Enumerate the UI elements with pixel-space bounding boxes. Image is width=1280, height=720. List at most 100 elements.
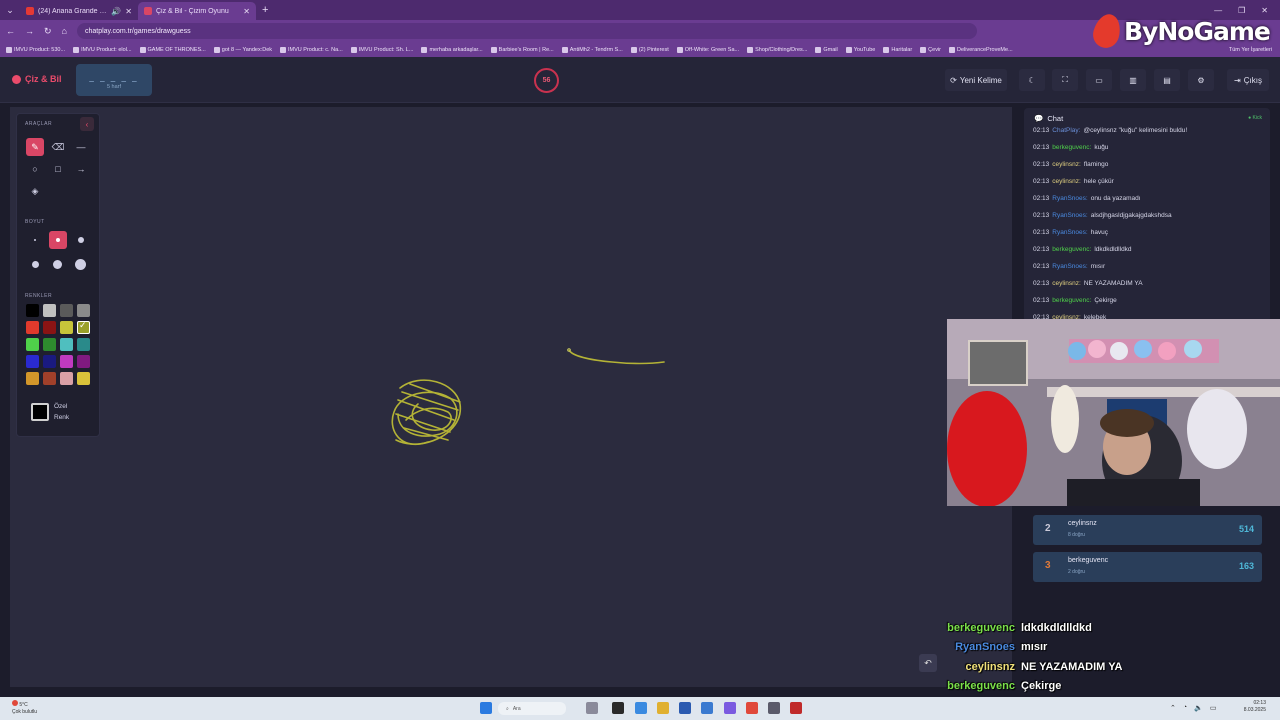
color-swatch[interactable] [26,321,39,334]
overlay-username: berkeguvenc [947,680,1015,693]
file-explorer-icon[interactable] [657,702,669,714]
fill-tool[interactable]: ◈ [26,182,44,200]
player-name: berkeguvenc [1068,557,1109,564]
clock-time: 02:13 [1253,700,1266,706]
size-title: BOYUT [25,219,45,225]
store-icon[interactable] [679,702,691,714]
chat-message: 02:13 RyanSnoes: havuç [1033,224,1270,241]
taskbar-search[interactable]: ⌕ Ara [498,702,566,715]
obs-icon[interactable] [790,702,802,714]
chat-message: 02:13 ceylinsnz: NE YAZAMADIM YA [1033,275,1270,292]
player-correct-count: 8 doğru [1068,532,1085,538]
chat-text: onu da yazamadı [1090,195,1141,202]
arrow-tool[interactable]: → [72,160,90,178]
chat-username: berkeguvenc: [1052,144,1092,151]
system-tray[interactable]: ⌃ ◔ 🔈 ▭ [1170,704,1216,712]
color-swatch[interactable]: ✓ [77,320,90,334]
custom-color-picker[interactable] [31,403,49,421]
chat-username: ChatPlay: [1052,127,1081,134]
mail-icon[interactable] [701,702,713,714]
rectangle-tool[interactable]: □ [49,160,67,178]
size-option-4[interactable] [32,261,39,268]
chat-text: mısır [1090,263,1106,270]
chat-username-text: berkeguvenc [1052,144,1090,151]
overlay-username: berkeguvenc [947,621,1015,634]
chat-username-text: ChatPlay [1052,127,1079,134]
line-icon: — [76,142,86,152]
eraser-tool[interactable]: ⌫ [49,138,67,156]
player-points: 163 [1238,561,1254,571]
chat-title: Chat [1047,113,1064,123]
color-swatch[interactable] [60,372,73,385]
color-swatch[interactable] [26,338,39,351]
tools-title: ARAÇLAR [25,121,53,127]
chat-username-text: RyanSnoes [1052,229,1086,236]
circle-icon: ○ [32,164,38,174]
copilot-icon[interactable] [635,702,647,714]
arrow-right-icon: → [76,164,86,174]
colors-title: RENKLER [25,293,53,299]
size-option-2[interactable] [56,238,60,242]
chat-message-list[interactable]: 02:13 ChatPlay: @ceylinsnz "kuğu" kelimesi… [1024,122,1270,322]
chat-username: berkeguvenc: [1052,246,1092,253]
color-swatch[interactable] [77,304,90,317]
size-option-1[interactable] [34,239,36,241]
color-swatch[interactable] [43,372,56,385]
chat-text: hele çükür [1083,178,1114,185]
size-option-6[interactable] [75,259,86,270]
chat-text: alsdjhgasldjgakajgdakshdsa [1090,212,1172,219]
color-swatch[interactable] [43,304,56,317]
custom-color-label: Özel Renk [54,403,70,421]
color-swatch[interactable] [60,355,73,368]
chat-username-text: RyanSnoes [1052,195,1086,202]
chat-message: 02:13 RyanSnoes: onu da yazamadı [1033,190,1270,207]
chat-username-text: berkeguvenc [1052,246,1090,253]
chat-time: 02:13 [1033,195,1050,202]
clock[interactable]: 02:13 8.03.2025 [1244,700,1266,714]
line-tool[interactable]: — [72,138,90,156]
start-menu-icon[interactable] [480,702,492,714]
undo-button[interactable]: ↶ [919,654,937,672]
widget-icon[interactable] [586,702,598,714]
search-icon: ⌕ [506,705,509,712]
color-swatch[interactable] [60,321,73,334]
pencil-tool[interactable]: ✎ [26,138,44,156]
color-swatch[interactable] [26,355,39,368]
discord-icon[interactable] [724,702,736,714]
chat-message: 02:13 RyanSnoes: alsdjhgasldjgakajgdakshds… [1033,207,1270,224]
color-swatch[interactable] [77,338,90,351]
taskview-icon[interactable] [612,702,624,714]
color-swatch[interactable] [43,321,56,334]
weather-widget[interactable]: 5°C Çok bulutlu [12,700,37,716]
color-swatch[interactable] [77,372,90,385]
pencil-icon: ✎ [31,141,39,152]
player-correct-count: 2 doğru [1068,569,1085,575]
color-swatch[interactable] [43,355,56,368]
color-swatch[interactable] [26,372,39,385]
chrome-icon[interactable] [746,702,758,714]
circle-tool[interactable]: ○ [26,160,44,178]
overlay-text: mısır [1021,641,1048,654]
chat-username: RyanSnoes: [1052,263,1088,270]
collapse-panel-button[interactable]: ‹ [80,117,94,131]
chevron-up-icon: ⌃ [1170,705,1176,712]
color-swatch[interactable] [43,338,56,351]
paint-bucket-icon: ◈ [31,185,39,196]
overlay-text: ldkdkdldlldkd [1021,621,1092,634]
size-option-5[interactable] [53,260,62,269]
chat-message: 02:13 berkeguvenc: Çekirge [1033,292,1270,309]
color-swatch[interactable] [60,338,73,351]
size-option-3[interactable] [78,237,84,243]
chat-message: 02:13 ceylinsnz: flamingo [1033,156,1270,173]
app-icon[interactable] [768,702,780,714]
overlay-text: Çekirge [1021,680,1062,693]
chat-time: 02:13 [1033,127,1050,134]
color-swatch[interactable] [60,304,73,317]
color-swatch[interactable] [77,355,90,368]
chat-panel: 💬 Chat ● Kick 02:13 ChatPlay: @ceylinsnz "… [1024,108,1270,322]
overlay-chat-message: berkeguvenc Çekirge [940,677,1280,697]
checkmark-icon: ✓ [79,320,87,330]
chat-text: kuğu [1094,144,1109,151]
color-swatch[interactable] [26,304,39,317]
chat-username: ceylinsnz: [1052,280,1081,287]
